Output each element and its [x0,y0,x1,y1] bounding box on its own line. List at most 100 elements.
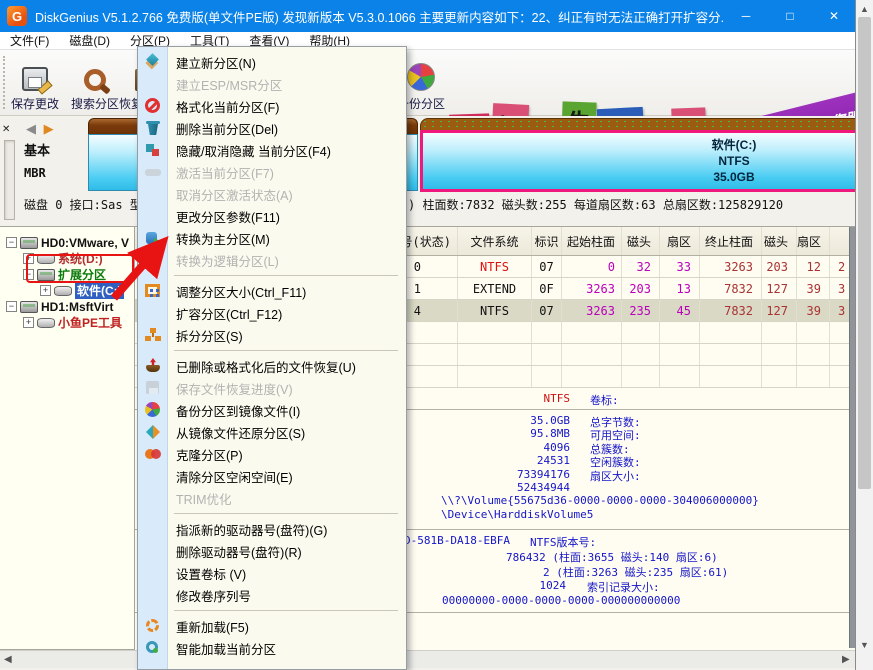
menu-item-3[interactable]: 删除当前分区(Del) [138,117,406,139]
table-cell: 3263 [700,256,762,277]
scroll-up-icon[interactable]: ▲ [860,4,869,14]
scroll-left-icon[interactable]: ◀ [4,654,12,665]
menu-item-15[interactable]: 已删除或格式化后的文件恢复(U) [138,355,406,377]
disk-info-left: 磁盘 0 接口:Sas 型 [24,196,142,213]
collapse-icon[interactable]: − [6,301,17,312]
menu-item-21[interactable]: TRIM优化 [138,487,406,509]
prev-disk-icon[interactable]: ◀ [26,121,36,136]
table-cell: 7832 [700,300,762,321]
close-panel-icon[interactable]: ✕ [2,124,10,135]
detail-text: \\?\Volume{55675d36-0000-0000-0000-30400… [441,494,759,507]
menu-item-11[interactable]: 调整分区大小(Ctrl_F11) [138,280,406,302]
table-cell: NTFS [458,256,532,277]
column-header-6: 终止柱面 [700,227,762,255]
disk-view-panel: ✕ ◀ ▶ 基本 MBR 软件(C:) NTFS 35.0GB 磁盘 0 接口:… [0,116,856,226]
menu-item-28[interactable]: 重新加载(F5) [138,615,406,637]
menu-item-20[interactable]: 清除分区空闲空间(E) [138,465,406,487]
disk-info-right: ) 柱面数:7832 磁头数:255 每道扇区数:63 总扇区数:1258291… [408,196,783,213]
menu-item-label: 已删除或格式化后的文件恢复(U) [176,357,356,376]
menu-item-9[interactable]: 转换为逻辑分区(L) [138,249,406,271]
tree-item-0[interactable]: −HD0:VMware, V [6,235,129,250]
menu-item-label: 扩容分区(Ctrl_F12) [176,304,282,323]
menu-item-13[interactable]: 拆分分区(S) [138,324,406,346]
app-vertical-scrollbar[interactable] [849,227,856,648]
title-bar: G DiskGenius V5.1.2.766 免费版(单文件PE版) 发现新版… [0,0,856,32]
viewer-vertical-scrollbar[interactable]: ▲ ▼ [856,0,873,670]
menubar-item-0[interactable]: 文件(F) [0,32,59,49]
menu-item-19[interactable]: 克隆分区(P) [138,443,406,465]
table-cell: 13 [660,278,700,299]
split-icon [145,327,161,343]
scrollbar-thumb[interactable] [858,17,871,489]
menu-item-7[interactable]: 更改分区参数(F11) [138,205,406,227]
table-cell: NTFS [458,300,532,321]
activate-icon [145,164,161,180]
menu-item-18[interactable]: 从镜像文件还原分区(S) [138,421,406,443]
menubar-item-1[interactable]: 磁盘(D) [59,32,120,49]
column-header-1: 文件系统 [458,227,532,255]
menu-separator [174,275,398,276]
maximize-button[interactable]: □ [768,0,812,32]
close-button[interactable]: ✕ [812,0,856,32]
scroll-right-icon[interactable]: ▶ [842,654,850,665]
menu-item-2[interactable]: 格式化当前分区(F) [138,95,406,117]
menu-item-12[interactable]: 扩容分区(Ctrl_F12) [138,302,406,324]
file-recovery-icon [145,358,161,374]
search-partition-button[interactable]: 搜索分区 [66,54,124,112]
menu-item-label: 删除驱动器号(盘符)(R) [176,542,302,561]
annotation-red-box [26,254,134,283]
next-disk-icon[interactable]: ▶ [44,121,54,136]
menu-item-label: TRIM优化 [176,489,232,508]
toolbar: 保存更改 搜索分区 恢复文件 备份分区 DiskGenius团队为您服务 致电:… [0,50,856,116]
table-cell: 39 [797,300,830,321]
panel-splitter[interactable] [4,140,15,220]
clone-icon [145,446,161,462]
menu-item-label: 建立新分区(N) [176,53,256,72]
expand-icon[interactable]: + [40,285,51,296]
menu-bar: 文件(F)磁盘(D)分区(P)工具(T)查看(V)帮助(H) [0,32,856,50]
tree-item-3[interactable]: +软件(C:) [40,283,124,298]
table-cell: 07 [532,300,562,321]
table-cell: 39 [797,278,830,299]
menu-item-label: 设置卷标 (V) [176,564,246,583]
partition-icon [54,286,72,296]
menu-item-23[interactable]: 指派新的驱动器号(盘符)(G) [138,518,406,540]
scroll-down-icon[interactable]: ▼ [860,640,869,650]
tree-item-5[interactable]: +小鱼PE工具 [23,315,122,330]
menu-item-label: 取消分区激活状态(A) [176,185,293,204]
detail-label: NTFS版本号: [530,534,596,550]
menu-item-label: 转换为主分区(M) [176,229,270,248]
menu-item-17[interactable]: 备份分区到镜像文件(I) [138,399,406,421]
minimize-button[interactable]: ─ [724,0,768,32]
menu-item-6[interactable]: 取消分区激活状态(A) [138,183,406,205]
menu-item-label: 转换为逻辑分区(L) [176,251,279,270]
tree-item-4[interactable]: −HD1:MsftVirt [6,299,113,314]
delete-icon [145,120,161,136]
menu-item-25[interactable]: 设置卷标 (V) [138,562,406,584]
menu-item-0[interactable]: 建立新分区(N) [138,51,406,73]
expand-icon[interactable]: + [23,317,34,328]
new-partition-icon [145,54,161,70]
backup-image-icon [145,402,161,418]
save-progress-icon [145,380,161,396]
menu-item-29[interactable]: 智能加载当前分区 [138,637,406,659]
menu-item-4[interactable]: 隐藏/取消隐藏 当前分区(F4) [138,139,406,161]
table-cell: 203 [622,278,660,299]
menu-item-8[interactable]: 转换为主分区(M) [138,227,406,249]
menu-item-label: 保存文件恢复进度(V) [176,379,293,398]
menu-item-5[interactable]: 激活当前分区(F7) [138,161,406,183]
reload-icon [145,618,161,634]
horizontal-scrollbar[interactable]: ◀ ▶ [0,650,856,668]
detail-text: \Device\HarddiskVolume5 [441,508,593,521]
menu-item-16[interactable]: 保存文件恢复进度(V) [138,377,406,399]
menu-item-26[interactable]: 修改卷序列号 [138,584,406,606]
table-cell: 32 [622,256,660,277]
table-cell: 3263 [562,300,622,321]
collapse-icon[interactable]: − [6,237,17,248]
menu-item-24[interactable]: 删除驱动器号(盘符)(R) [138,540,406,562]
save-changes-button[interactable]: 保存更改 [6,54,64,112]
resize-icon [145,283,161,299]
menu-item-1[interactable]: 建立ESP/MSR分区 [138,73,406,95]
partition-bar-selected[interactable]: 软件(C:) NTFS 35.0GB [420,130,856,192]
menu-item-label: 克隆分区(P) [176,445,243,464]
